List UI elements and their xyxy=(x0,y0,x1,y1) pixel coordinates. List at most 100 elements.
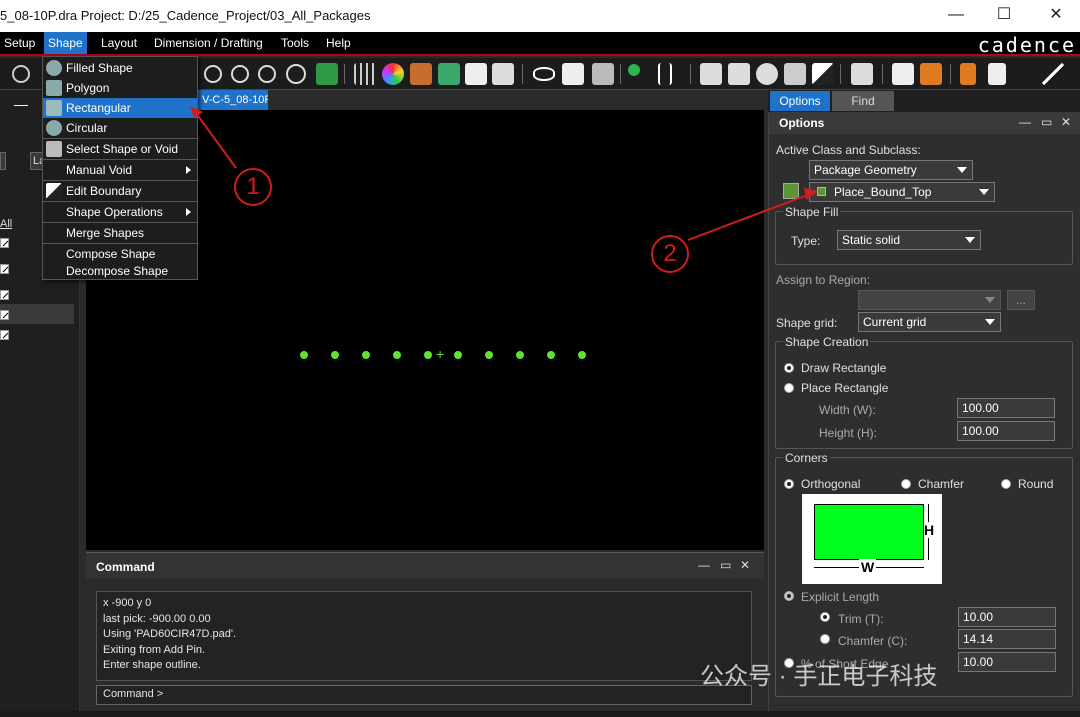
title-bar: 5_08-10P.dra Project: D:/25_Cadence_Proj… xyxy=(0,0,1080,32)
maximize-button[interactable]: ☐ xyxy=(992,4,1016,26)
hand-icon[interactable] xyxy=(988,63,1006,85)
command-prompt: Command > xyxy=(103,688,164,700)
menu-item-edit-boundary[interactable]: Edit Boundary xyxy=(43,181,197,201)
3d-icon[interactable] xyxy=(592,63,614,85)
pin-pad[interactable] xyxy=(547,351,555,359)
explicit-length-radio[interactable] xyxy=(784,591,794,601)
menu-item-merge-shapes[interactable]: Merge Shapes xyxy=(43,223,197,243)
export-icon[interactable] xyxy=(892,63,914,85)
all-toggle[interactable]: All xyxy=(0,218,12,230)
panel-minimize-icon[interactable]: — xyxy=(1019,115,1031,129)
region-browse-button[interactable]: ... xyxy=(1007,290,1035,310)
panel-float-icon[interactable]: ▭ xyxy=(1041,115,1052,129)
region-dropdown[interactable] xyxy=(858,290,1001,310)
pin-pad[interactable] xyxy=(393,351,401,359)
options-panel: Options — ▭ ✕ Active Class and Subclass:… xyxy=(768,112,1080,717)
color-icon[interactable] xyxy=(382,63,404,85)
pin-pad[interactable] xyxy=(454,351,462,359)
visibility-checkbox[interactable] xyxy=(0,330,9,340)
fill-type-dropdown[interactable]: Static solid xyxy=(837,230,981,250)
text-icon[interactable] xyxy=(658,63,672,85)
report-icon[interactable] xyxy=(465,63,487,85)
info-icon[interactable] xyxy=(562,63,584,85)
left-panel-control[interactable] xyxy=(0,152,6,170)
menu-shape[interactable]: Shape xyxy=(44,32,87,54)
orthogonal-radio[interactable] xyxy=(784,479,794,489)
add-shape-icon[interactable] xyxy=(700,63,722,85)
panel-close-icon[interactable]: ✕ xyxy=(1061,115,1071,129)
menu-item-manual-void[interactable]: Manual Void xyxy=(43,160,197,180)
pin-pad[interactable] xyxy=(578,351,586,359)
tab-find[interactable]: Find xyxy=(832,91,894,111)
pencil-icon[interactable] xyxy=(1042,63,1064,85)
shape-grid-dropdown[interactable]: Current grid xyxy=(858,312,1001,332)
command-input[interactable]: Command > xyxy=(96,685,752,705)
close-window-button[interactable]: ✕ xyxy=(1044,4,1068,26)
panel-close-icon[interactable]: ✕ xyxy=(740,558,750,572)
pin-pad[interactable] xyxy=(485,351,493,359)
via-icon[interactable] xyxy=(756,63,778,85)
menu-layout[interactable]: Layout xyxy=(97,32,141,54)
void-icon[interactable] xyxy=(784,63,806,85)
menu-help[interactable]: Help xyxy=(322,32,355,54)
trim-field[interactable]: 10.00 xyxy=(958,607,1056,627)
visibility-checkbox[interactable] xyxy=(0,264,9,274)
fill-icon[interactable] xyxy=(812,63,834,85)
undo-icon[interactable] xyxy=(12,65,30,83)
panel-float-icon[interactable]: ▭ xyxy=(720,558,731,572)
grid-icon[interactable] xyxy=(354,63,376,85)
panel-minimize-icon[interactable]: — xyxy=(698,558,710,572)
redraw-icon[interactable] xyxy=(286,64,306,84)
pin-pad[interactable] xyxy=(362,351,370,359)
chevron-down-icon xyxy=(965,237,975,243)
height-field[interactable]: 100.00 xyxy=(957,421,1055,441)
menu-item-rectangular[interactable]: Rectangular xyxy=(43,98,197,118)
chamfer-c-radio[interactable] xyxy=(820,634,830,644)
draw-rectangle-radio[interactable] xyxy=(784,363,794,373)
subclass-dropdown[interactable]: Place_Bound_Top xyxy=(809,182,995,202)
menu-item-select-shape-or-void[interactable]: Select Shape or Void xyxy=(43,139,197,159)
round-radio[interactable] xyxy=(1001,479,1011,489)
swap-icon[interactable] xyxy=(920,63,942,85)
panel-minimize-icon[interactable]: — xyxy=(14,96,28,112)
menu-item-filled-shape[interactable]: Filled Shape xyxy=(43,58,197,78)
visibility-checkbox[interactable] xyxy=(0,238,9,248)
tab-options[interactable]: Options xyxy=(770,91,830,111)
pin-pad[interactable] xyxy=(331,351,339,359)
settings-icon[interactable] xyxy=(492,63,514,85)
layers-icon[interactable] xyxy=(316,63,338,85)
visibility-icon[interactable] xyxy=(533,67,555,81)
menu-item-decompose-shape[interactable]: Decompose Shape xyxy=(43,261,197,281)
visibility-checkbox[interactable] xyxy=(0,310,9,320)
zoom-in-icon[interactable] xyxy=(204,65,222,83)
subclass-color-swatch[interactable] xyxy=(783,183,799,199)
menu-item-shape-operations[interactable]: Shape Operations xyxy=(43,202,197,222)
camera-icon[interactable] xyxy=(851,63,873,85)
visibility-checkbox[interactable] xyxy=(0,290,9,300)
trim-radio[interactable] xyxy=(820,612,830,622)
class-dropdown[interactable]: Package Geometry xyxy=(809,160,973,180)
pin-pad[interactable] xyxy=(300,351,308,359)
design-tab[interactable]: V-C-5_08-10P xyxy=(196,90,268,110)
short-edge-field[interactable]: 10.00 xyxy=(958,652,1056,672)
chamfer-radio[interactable] xyxy=(901,479,911,489)
pin-pad[interactable] xyxy=(516,351,524,359)
zoom-prev-icon[interactable] xyxy=(258,65,276,83)
shade-icon[interactable] xyxy=(410,63,432,85)
zoom-fit-icon[interactable] xyxy=(231,65,249,83)
menu-item-polygon[interactable]: Polygon xyxy=(43,78,197,98)
menu-dimension-drafting[interactable]: Dimension / Drafting xyxy=(150,32,267,54)
selected-layer-row[interactable] xyxy=(0,304,74,324)
menu-tools[interactable]: Tools xyxy=(277,32,313,54)
stack-icon[interactable] xyxy=(438,63,460,85)
connect-icon[interactable] xyxy=(960,63,976,85)
minimize-button[interactable]: — xyxy=(944,4,968,26)
menu-setup[interactable]: Setup xyxy=(0,32,39,54)
menu-item-circular[interactable]: Circular xyxy=(43,118,197,138)
width-field[interactable]: 100.00 xyxy=(957,398,1055,418)
chamfer-c-field[interactable]: 14.14 xyxy=(958,629,1056,649)
route-icon[interactable] xyxy=(728,63,750,85)
pin-icon[interactable] xyxy=(628,64,640,76)
pin-pad[interactable] xyxy=(424,351,432,359)
place-rectangle-radio[interactable] xyxy=(784,383,794,393)
